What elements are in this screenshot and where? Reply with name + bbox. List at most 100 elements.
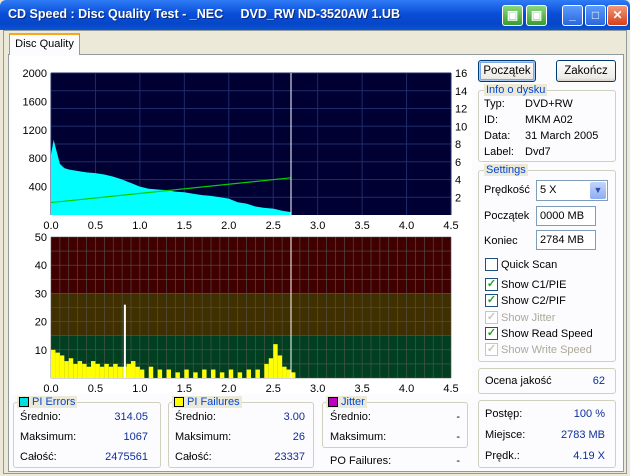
jitter-title: Jitter <box>341 396 365 408</box>
jitter-swatch <box>328 397 338 407</box>
start-button[interactable]: Początek <box>478 60 536 82</box>
y-tick-label-left: 400 <box>29 182 47 194</box>
pi-failure-bar <box>123 304 126 378</box>
pi-failures-max-label: Maksimum: <box>175 431 232 443</box>
disc-label-label: Label: <box>484 146 514 158</box>
x-tick-label: 2.5 <box>266 383 281 394</box>
checkbox[interactable] <box>485 258 498 271</box>
pi-failures-swatch <box>174 397 184 407</box>
pi-failure-bar <box>157 369 163 378</box>
checkmark-icon[interactable]: ✓ <box>485 278 498 291</box>
chevron-down-icon[interactable]: ▼ <box>590 182 606 199</box>
pi-failure-bar <box>59 355 65 378</box>
position-label: Miejsce: <box>485 429 526 441</box>
pi-failure-bar <box>64 361 69 378</box>
copy-icon[interactable]: ▣ <box>502 5 523 26</box>
jitter-max-label: Maksimum: <box>330 431 387 443</box>
position-value: 2783 MB <box>560 429 605 441</box>
pi-errors-max: 1067 <box>123 431 148 443</box>
pi-failure-bar <box>273 344 278 378</box>
pi-errors-title: PI Errors <box>32 396 76 408</box>
y-tick-label-right: 14 <box>455 86 467 98</box>
pi-errors-swatch <box>19 397 29 407</box>
x-tick-label: 2.0 <box>221 383 236 394</box>
minimize-button[interactable]: _ <box>562 5 583 26</box>
x-tick-label: 1.5 <box>177 383 192 394</box>
window-title: CD Speed : Disc Quality Test - _NEC DVD_… <box>8 7 400 21</box>
pi-failures-title: PI Failures <box>187 396 240 408</box>
pi-errors-max-label: Maksimum: <box>20 431 77 443</box>
pi-failure-bar <box>91 361 96 378</box>
x-tick-label: 4.5 <box>443 383 458 394</box>
pi-failure-bar <box>108 366 114 378</box>
maximize-button[interactable]: □ <box>585 5 606 26</box>
jitter-avg-label: Średnio: <box>330 411 371 423</box>
pi-failure-bar <box>68 358 74 378</box>
checkbox-row[interactable]: ✓ Show C1/PIE <box>485 278 566 291</box>
pi-errors-legend: PI Errors <box>17 396 78 408</box>
start-pos-label: Początek <box>484 210 530 222</box>
pi-failure-bar <box>73 363 78 378</box>
checkbox-row[interactable]: ✓ Show C2/PIF <box>485 294 566 307</box>
speed-select[interactable]: 5 X ▼ <box>536 180 608 201</box>
tab-disc-quality[interactable]: Disc Quality <box>9 33 80 55</box>
pi-failure-bar <box>139 369 145 378</box>
pi-failure-bar <box>82 363 87 378</box>
disc-type-value: DVD+RW <box>525 98 573 110</box>
pi-failure-bar <box>175 372 180 378</box>
checkmark-icon[interactable]: ✓ <box>485 327 498 340</box>
pi-errors-avg-label: Średnio: <box>20 411 61 423</box>
save-icon[interactable]: ▣ <box>526 5 547 26</box>
x-tick-label: 0.5 <box>88 383 103 394</box>
y-tick-label: 30 <box>35 288 47 300</box>
pi-errors-avg: 314.05 <box>114 411 148 423</box>
pi-failure-bar <box>277 355 283 378</box>
disc-info-legend: Info o dysku <box>484 84 548 96</box>
read-speed-label: Prędk.: <box>485 450 520 462</box>
pi-failure-bar <box>99 366 105 378</box>
close-button[interactable]: ✕ <box>607 5 628 26</box>
speed-label: Prędkość <box>484 184 530 196</box>
checkbox-label: Quick Scan <box>501 258 558 271</box>
checkmark-icon: ✓ <box>485 343 498 356</box>
pi-failure-bar <box>148 366 154 378</box>
quality-band <box>51 293 451 336</box>
checkbox-row[interactable]: ✓ Show Read Speed <box>485 327 593 340</box>
end-button[interactable]: Zakończ <box>556 60 616 82</box>
x-tick-label: 3.0 <box>310 383 325 394</box>
pi-errors-chart: 0.0 0.5 1.0 1.5 2.0 2.5 3.0 3.5 4.0 4.52000160012… <box>23 68 468 232</box>
quality-label: Ocena jakość <box>485 375 552 387</box>
pi-failure-bar <box>193 372 198 378</box>
pi-failure-bar <box>166 369 171 378</box>
start-pos-field[interactable]: 0000 MB <box>536 206 596 226</box>
pi-errors-total-label: Całość: <box>20 451 57 463</box>
pi-failure-bar <box>228 369 234 378</box>
pi-failure-bar <box>268 358 274 378</box>
pi-failure-bar <box>246 369 251 378</box>
pi-failures-avg-label: Średnio: <box>175 411 216 423</box>
end-pos-label: Koniec <box>484 235 518 247</box>
y-tick-label-left: 2000 <box>23 68 47 80</box>
end-pos-field[interactable]: 2784 MB <box>536 230 596 250</box>
title-bar[interactable]: CD Speed : Disc Quality Test - _NEC DVD_… <box>0 0 630 30</box>
checkmark-icon[interactable]: ✓ <box>485 294 498 307</box>
y-tick-label-right: 4 <box>455 175 461 187</box>
y-tick-label-left: 1200 <box>23 125 47 137</box>
x-tick-label: 0.0 <box>43 383 58 394</box>
x-tick-label: 3.5 <box>354 383 369 394</box>
pi-failure-bar <box>202 369 207 378</box>
checkbox-label: Show C1/PIE <box>501 278 567 291</box>
y-tick-label-right: 16 <box>455 68 467 80</box>
y-tick-label-right: 10 <box>455 121 467 133</box>
pi-failures-total: 23337 <box>274 451 305 463</box>
pi-failure-bar <box>219 372 225 378</box>
checkbox-label: Show Jitter <box>501 311 556 324</box>
pi-failure-bar <box>117 366 123 378</box>
pi-failures-max: 26 <box>292 431 305 443</box>
pi-failure-bar <box>113 363 118 378</box>
pi-errors-total: 2475561 <box>105 451 148 463</box>
checkbox-row[interactable]: Quick Scan <box>485 258 557 271</box>
pi-failures-chart: 0.0 0.5 1.0 1.5 2.0 2.5 3.0 3.5 4.0 4.5 50 40 30 20 10 <box>35 232 459 394</box>
jitter-max: - <box>456 431 460 443</box>
y-tick-label: 40 <box>35 260 47 272</box>
